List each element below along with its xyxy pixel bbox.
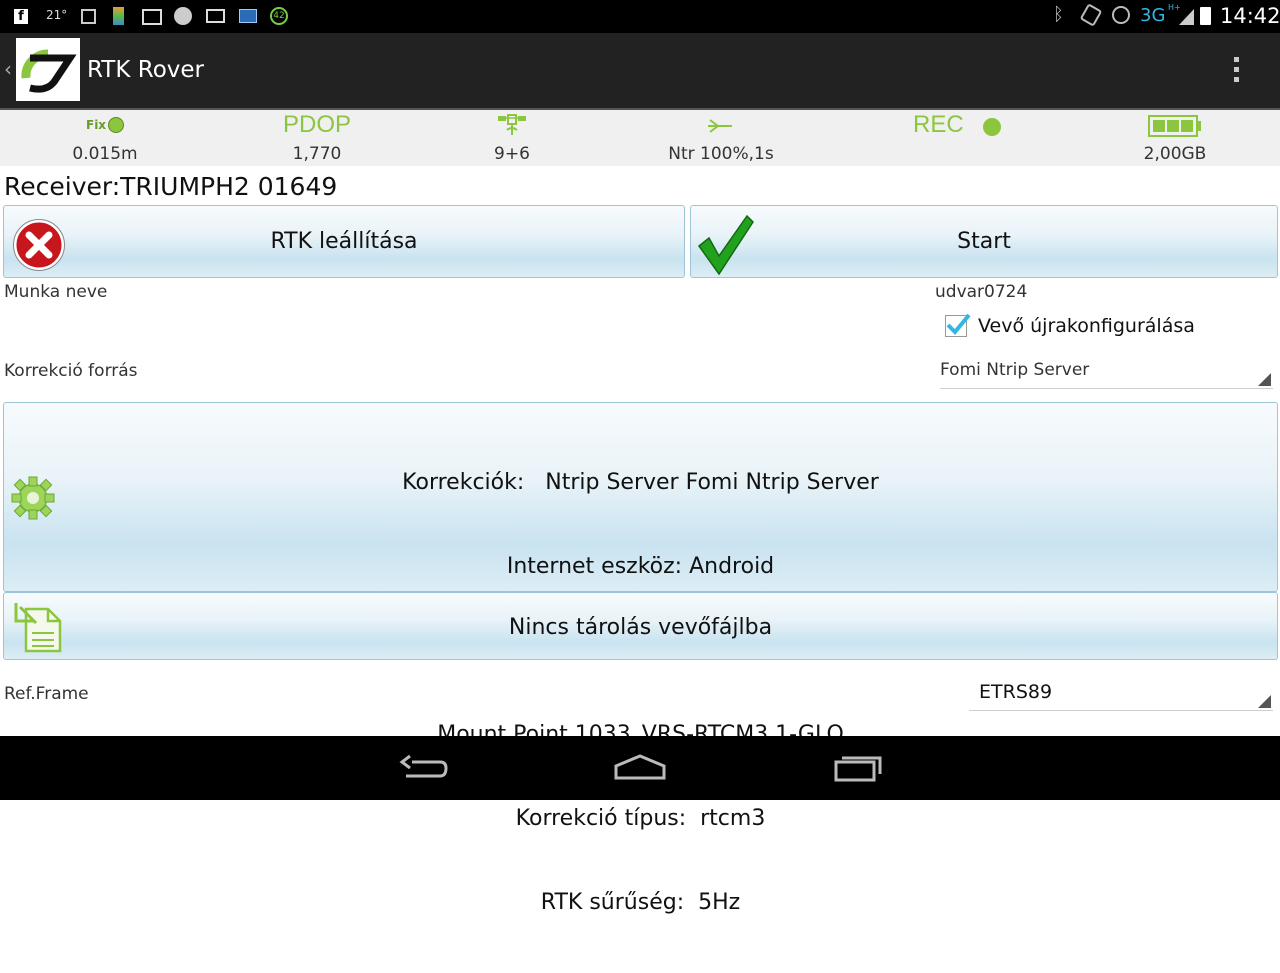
network-type: 3G xyxy=(1140,5,1166,26)
rec-status[interactable]: REC xyxy=(905,110,1015,166)
correction-source-label: Korrekció forrás xyxy=(4,361,138,381)
ref-frame-label: Ref.Frame xyxy=(4,684,89,704)
rec-dot-icon xyxy=(983,118,1001,136)
pdop-status: PDOP 1,770 xyxy=(262,110,372,166)
clock: 14:42 xyxy=(1220,4,1280,28)
start-button[interactable]: Start xyxy=(690,205,1278,278)
fix-dot-icon xyxy=(108,117,124,133)
battery-status-icon xyxy=(1200,7,1211,25)
up-navigation[interactable]: ‹ RTK Rover xyxy=(0,33,210,108)
facebook-icon: f xyxy=(14,9,28,24)
internet-device-line: Internet eszköz: Android xyxy=(506,554,775,579)
recent-apps-button[interactable] xyxy=(830,752,886,784)
dropdown-arrow-icon xyxy=(1258,695,1271,708)
count-badge: 42 xyxy=(270,7,288,25)
start-label: Start xyxy=(957,229,1011,254)
alarm-icon xyxy=(1112,6,1130,24)
status-strip: Fix 0.015m PDOP 1,770 9+6 Ntr 100%,1s RE… xyxy=(0,110,1280,166)
correction-source-dropdown[interactable]: Fomi Ntrip Server xyxy=(940,356,1273,389)
satellite-icon xyxy=(497,114,527,136)
receiver-storage-button[interactable]: Nincs tárolás vevőfájlba xyxy=(3,592,1278,660)
temperature-text: 21° xyxy=(46,8,68,22)
recent-apps-icon xyxy=(834,756,882,782)
storage-value: 2,00GB xyxy=(1143,144,1207,164)
fix-label: Fix xyxy=(86,118,107,132)
gallery-icon xyxy=(142,9,162,25)
rtk-stop-label: RTK leállítása xyxy=(270,229,418,254)
battery-icon xyxy=(1148,115,1201,137)
fix-value: 0.015m xyxy=(72,144,138,164)
rtk-rate-line: RTK sűrűség: 5Hz xyxy=(540,890,741,915)
ref-frame-value: ETRS89 xyxy=(979,681,1053,703)
ntrip-value: Ntr 100%,1s xyxy=(668,144,774,164)
weather-icon xyxy=(174,7,192,25)
job-name-value[interactable]: udvar0724 xyxy=(935,282,1027,302)
back-button[interactable] xyxy=(396,752,452,784)
notification-icon xyxy=(239,9,257,23)
home-button[interactable] xyxy=(612,752,668,784)
rotation-icon xyxy=(1079,3,1103,27)
satellite-status: 9+6 xyxy=(457,110,567,166)
reconfigure-checkbox[interactable] xyxy=(945,313,971,337)
fix-status: Fix 0.015m xyxy=(50,110,160,166)
reconfigure-label: Vevő újrakonfigurálása xyxy=(978,315,1195,337)
ntrip-arrow-icon xyxy=(706,118,734,133)
receiver-storage-label: Nincs tárolás vevőfájlba xyxy=(508,615,773,640)
app-icon xyxy=(113,7,124,25)
app-logo-icon xyxy=(16,38,80,101)
pdop-value: 1,770 xyxy=(292,144,342,164)
image-icon xyxy=(81,9,96,24)
corrections-settings-button[interactable]: Korrekciók: Ntrip Server Fomi Ntrip Serv… xyxy=(3,402,1278,915)
ref-frame-dropdown[interactable]: ETRS89 xyxy=(969,677,1273,711)
overflow-menu-icon[interactable] xyxy=(1228,55,1246,87)
rtk-stop-button[interactable]: RTK leállítása xyxy=(3,205,685,278)
count-badge-text: 42 xyxy=(273,11,285,21)
status-bar: f 21° 42 ᛒ 3G H+ 14:42 xyxy=(0,0,1280,33)
correction-type-line: Korrekció típus: rtcm3 xyxy=(515,806,766,831)
signal-icon xyxy=(1179,9,1194,25)
dropdown-arrow-icon xyxy=(1258,373,1271,386)
storage-status: 2,00GB xyxy=(1120,110,1230,166)
home-icon xyxy=(614,754,666,780)
correction-source-value: Fomi Ntrip Server xyxy=(940,360,1090,380)
pdop-label: PDOP xyxy=(282,111,351,138)
ntrip-status: Ntr 100%,1s xyxy=(646,110,796,166)
job-name-label: Munka neve xyxy=(4,282,108,302)
corrections-line: Korrekciók: Ntrip Server Fomi Ntrip Serv… xyxy=(402,470,879,495)
rec-label: REC xyxy=(913,111,964,138)
bluetooth-icon: ᛒ xyxy=(1053,4,1064,25)
mail-icon xyxy=(206,9,225,23)
receiver-label: Receiver:TRIUMPH2 01649 xyxy=(4,172,338,201)
reconfigure-checkbox-row[interactable]: Vevő újrakonfigurálása xyxy=(945,313,1245,341)
chevron-left-icon: ‹ xyxy=(4,57,12,81)
satellite-value: 9+6 xyxy=(494,144,530,164)
navigation-bar xyxy=(0,736,1280,800)
app-title: RTK Rover xyxy=(87,57,204,83)
action-bar: ‹ RTK Rover xyxy=(0,33,1280,110)
back-arrow-icon xyxy=(399,754,448,778)
